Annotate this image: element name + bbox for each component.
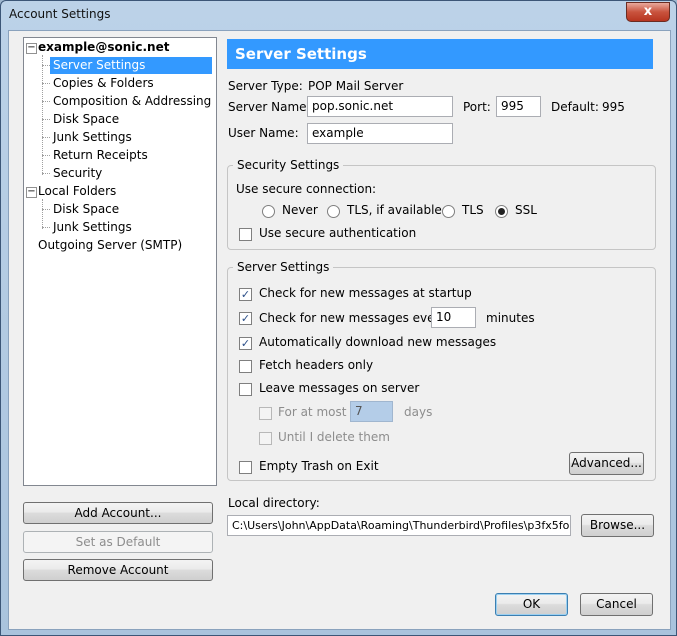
radio-ssl-label[interactable]: SSL bbox=[515, 203, 537, 217]
radio-never-label[interactable]: Never bbox=[282, 203, 318, 217]
port-input[interactable]: 995 bbox=[496, 96, 541, 117]
tree-item-local-folders[interactable]: Local Folders bbox=[38, 183, 116, 200]
radio-tls-label[interactable]: TLS bbox=[462, 203, 484, 217]
user-name-label: User Name: bbox=[228, 126, 299, 140]
empty-trash-label[interactable]: Empty Trash on Exit bbox=[259, 459, 379, 473]
until-delete-checkbox[interactable] bbox=[259, 432, 272, 445]
default-port-label: Default: bbox=[551, 100, 599, 114]
check-every-label[interactable]: Check for new messages every bbox=[259, 311, 447, 325]
title-bar[interactable]: Account Settings x bbox=[1, 1, 676, 29]
add-account-button[interactable]: Add Account... bbox=[23, 502, 213, 524]
page-title: Server Settings bbox=[227, 39, 653, 69]
check-minutes-input[interactable]: 10 bbox=[431, 307, 476, 328]
radio-tls-if-available[interactable] bbox=[327, 205, 340, 218]
use-secure-connection-label: Use secure connection: bbox=[236, 182, 377, 196]
remove-account-button[interactable]: Remove Account bbox=[23, 559, 213, 581]
radio-tls-if-available-label[interactable]: TLS, if available bbox=[347, 203, 442, 217]
radio-ssl[interactable] bbox=[495, 205, 508, 218]
auto-download-label[interactable]: Automatically download new messages bbox=[259, 335, 496, 349]
until-delete-label[interactable]: Until I delete them bbox=[278, 430, 390, 444]
days-input[interactable]: 7 bbox=[350, 401, 393, 422]
check-every-checkbox[interactable]: ✓ bbox=[239, 312, 252, 325]
server-settings-legend: Server Settings bbox=[233, 260, 334, 274]
tree-connector bbox=[42, 227, 50, 228]
window-title: Account Settings bbox=[9, 7, 111, 21]
account-tree[interactable]: − example@sonic.net Server Settings Copi… bbox=[23, 37, 217, 486]
secure-auth-checkbox[interactable] bbox=[239, 228, 252, 241]
leave-messages-checkbox[interactable] bbox=[239, 383, 252, 396]
days-label: days bbox=[404, 405, 433, 419]
tree-connector bbox=[42, 119, 50, 120]
tree-connector bbox=[42, 155, 50, 156]
check-startup-checkbox[interactable]: ✓ bbox=[239, 288, 252, 301]
tree-item-composition[interactable]: Composition & Addressing bbox=[53, 93, 211, 110]
collapse-local-folders-icon[interactable]: − bbox=[26, 187, 37, 198]
collapse-account-icon[interactable]: − bbox=[26, 43, 37, 54]
local-directory-input[interactable]: C:\Users\John\AppData\Roaming\Thunderbir… bbox=[227, 515, 571, 536]
tree-item-security[interactable]: Security bbox=[53, 165, 102, 182]
empty-trash-checkbox[interactable] bbox=[239, 461, 252, 474]
cancel-button[interactable]: Cancel bbox=[580, 593, 653, 616]
advanced-button[interactable]: Advanced... bbox=[569, 452, 644, 475]
tree-item-server-settings[interactable]: Server Settings bbox=[50, 57, 212, 74]
tree-connector bbox=[42, 83, 50, 84]
account-settings-window: Account Settings x − example@sonic.net S… bbox=[0, 0, 677, 636]
tree-item-copies-folders[interactable]: Copies & Folders bbox=[53, 75, 154, 92]
for-at-most-label[interactable]: For at most bbox=[278, 405, 346, 419]
fetch-headers-label[interactable]: Fetch headers only bbox=[259, 358, 373, 372]
server-type-value: POP Mail Server bbox=[308, 79, 404, 93]
fetch-headers-checkbox[interactable] bbox=[239, 360, 252, 373]
tree-item-outgoing-server[interactable]: Outgoing Server (SMTP) bbox=[38, 237, 182, 254]
tree-connector bbox=[42, 65, 50, 66]
for-at-most-checkbox[interactable] bbox=[259, 407, 272, 420]
tree-item-junk-settings[interactable]: Junk Settings bbox=[53, 129, 132, 146]
tree-item-disk-space[interactable]: Disk Space bbox=[53, 111, 119, 128]
tree-connector bbox=[42, 137, 50, 138]
ok-button[interactable]: OK bbox=[495, 593, 568, 616]
check-startup-label[interactable]: Check for new messages at startup bbox=[259, 286, 472, 300]
close-icon[interactable]: x bbox=[626, 2, 670, 22]
tree-item-return-receipts[interactable]: Return Receipts bbox=[53, 147, 148, 164]
tree-connector bbox=[42, 173, 50, 174]
dialog-client: − example@sonic.net Server Settings Copi… bbox=[8, 30, 671, 630]
tree-connector bbox=[42, 101, 50, 102]
default-port-value: 995 bbox=[602, 100, 625, 114]
auto-download-checkbox[interactable]: ✓ bbox=[239, 337, 252, 350]
security-settings-legend: Security Settings bbox=[233, 158, 344, 172]
tree-connector bbox=[42, 199, 43, 229]
port-label: Port: bbox=[463, 100, 491, 114]
radio-tls[interactable] bbox=[442, 205, 455, 218]
local-directory-label: Local directory: bbox=[228, 496, 320, 510]
tree-item-local-disk-space[interactable]: Disk Space bbox=[53, 201, 119, 218]
tree-item-account[interactable]: example@sonic.net bbox=[38, 39, 169, 56]
leave-messages-label[interactable]: Leave messages on server bbox=[259, 381, 419, 395]
server-name-label: Server Name: bbox=[228, 100, 311, 114]
tree-connector bbox=[42, 55, 43, 175]
browse-button[interactable]: Browse... bbox=[581, 514, 654, 537]
server-type-label: Server Type: bbox=[228, 79, 303, 93]
secure-auth-label[interactable]: Use secure authentication bbox=[259, 226, 416, 240]
set-default-button[interactable]: Set as Default bbox=[23, 531, 213, 553]
server-name-input[interactable]: pop.sonic.net bbox=[307, 96, 453, 117]
radio-never[interactable] bbox=[262, 205, 275, 218]
tree-connector bbox=[42, 209, 50, 210]
tree-item-local-junk-settings[interactable]: Junk Settings bbox=[53, 219, 132, 236]
minutes-label: minutes bbox=[486, 311, 535, 325]
user-name-input[interactable]: example bbox=[307, 123, 453, 144]
